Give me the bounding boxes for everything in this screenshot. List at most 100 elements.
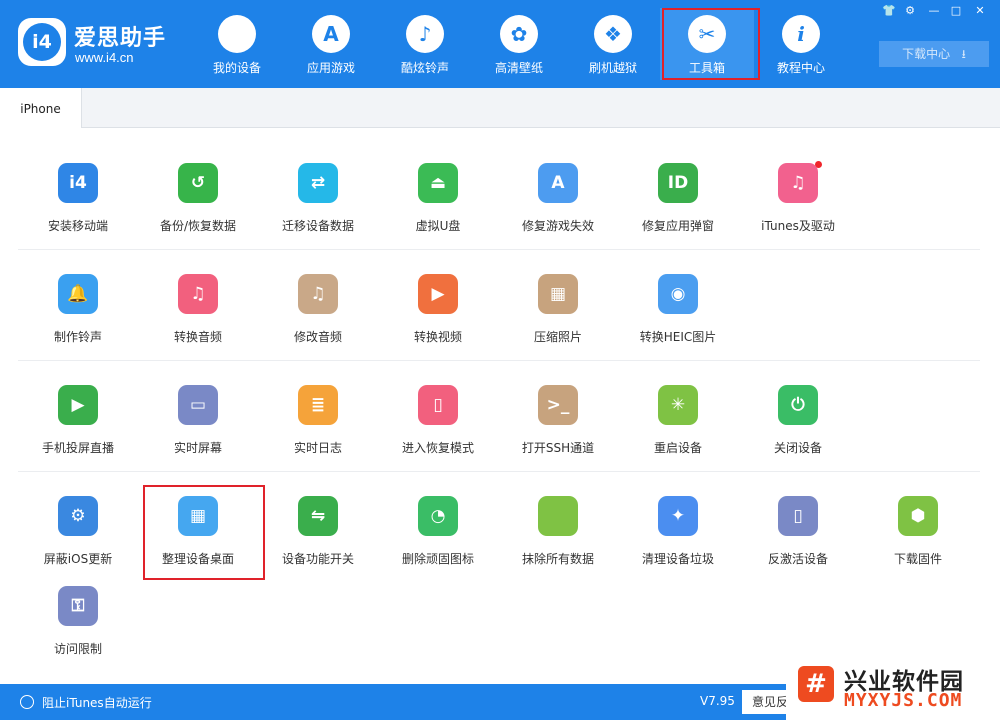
watermark: # 兴业软件园 MYXYJS.COM xyxy=(786,658,1000,720)
tool-label: 转换音频 xyxy=(173,330,222,344)
firmware-cube-icon: ⬢ xyxy=(898,496,938,536)
tool-label: 手机投屏直播 xyxy=(41,441,114,455)
watermark-logo-icon: # xyxy=(798,666,834,702)
nav-item-5[interactable]: ✂ 工具箱 xyxy=(660,8,754,80)
clean-junk-icon: ✦ xyxy=(658,496,698,536)
tool-item[interactable]: ▯ 反激活设备 xyxy=(738,496,858,590)
download-center-label: 下载中心 xyxy=(902,47,951,61)
power-icon: ⏻ xyxy=(778,385,818,425)
skin-icon[interactable]: 👕 xyxy=(879,3,899,19)
heic-convert-icon: ◉ xyxy=(658,274,698,314)
tool-label: 迁移设备数据 xyxy=(281,219,354,233)
nav-item-4[interactable]: ❖ 刷机越狱 xyxy=(566,8,660,80)
tool-item[interactable]: ♫ iTunes及驱动 xyxy=(738,160,858,257)
app-logo: i4 xyxy=(18,18,66,66)
minimize-button[interactable]: — xyxy=(924,3,944,19)
nav-item-0[interactable]: 我的设备 xyxy=(190,8,284,80)
tab-iphone[interactable]: iPhone xyxy=(0,88,82,128)
tool-item[interactable]: ▶ 手机投屏直播 xyxy=(18,385,138,479)
itunes-block-label[interactable]: 阻止iTunes自动运行 xyxy=(42,694,152,711)
tool-item[interactable]: ◉ 转换HEIC图片 xyxy=(618,274,738,368)
tool-item[interactable]: ♫ 转换音频 xyxy=(138,274,258,368)
i4-install-icon: i4 xyxy=(58,163,98,203)
tool-item[interactable]: ⬢ 下载固件 xyxy=(858,496,978,590)
tool-label: 制作铃声 xyxy=(53,330,102,344)
tool-item[interactable]: ▦ 压缩照片 xyxy=(498,274,618,368)
itunes-icon: ♫ xyxy=(778,163,818,203)
flower-icon: ✿ xyxy=(500,15,538,53)
apple-icon xyxy=(218,15,256,53)
screen-cast-icon: ▶ xyxy=(58,385,98,425)
tool-item[interactable]: ▦ 整理设备桌面 xyxy=(138,496,258,590)
bell-icon: ♪ xyxy=(406,15,444,53)
download-center-button[interactable]: 下载中心 ⭳ xyxy=(879,41,989,67)
tool-label: 转换HEIC图片 xyxy=(639,330,717,344)
settings-icon[interactable]: ⚙ xyxy=(900,3,920,19)
tool-item[interactable]: ⇋ 设备功能开关 xyxy=(258,496,378,590)
deactivate-icon: ▯ xyxy=(778,496,818,536)
tool-label: 实时屏幕 xyxy=(173,441,222,455)
ssh-terminal-icon: >_ xyxy=(538,385,578,425)
tool-label: 转换视频 xyxy=(413,330,462,344)
delete-icon-icon: ◔ xyxy=(418,496,458,536)
tool-item[interactable]: ▶ 转换视频 xyxy=(378,274,498,368)
app-store-icon: A xyxy=(312,15,350,53)
tool-label: 进入恢复模式 xyxy=(401,441,474,455)
usb-drive-icon: ⏏ xyxy=(418,163,458,203)
tool-label: 整理设备桌面 xyxy=(161,552,234,566)
tool-label: 虚拟U盘 xyxy=(415,219,461,233)
tool-item[interactable]: >_ 打开SSH通道 xyxy=(498,385,618,479)
tool-item[interactable]: ♫ 修改音频 xyxy=(258,274,378,368)
tool-item[interactable]: ▯ 进入恢复模式 xyxy=(378,385,498,479)
tool-item[interactable]: ≣ 实时日志 xyxy=(258,385,378,479)
maximize-button[interactable]: □ xyxy=(946,3,966,19)
download-arrow-icon: ⭳ xyxy=(954,47,966,61)
tool-label: iTunes及驱动 xyxy=(761,219,835,233)
nav-item-2[interactable]: ♪ 酷炫铃声 xyxy=(378,8,472,80)
nav-label: 刷机越狱 xyxy=(588,61,637,75)
tool-label: 下载固件 xyxy=(893,552,942,566)
version-label: V7.95 xyxy=(700,694,735,708)
nav-label: 高清壁纸 xyxy=(494,61,543,75)
tool-item[interactable]: ↺ 备份/恢复数据 xyxy=(138,163,258,257)
tool-item[interactable]: ▭ 实时屏幕 xyxy=(138,385,258,479)
nav-item-1[interactable]: A 应用游戏 xyxy=(284,8,378,80)
tool-item[interactable]: ⇄ 迁移设备数据 xyxy=(258,163,378,257)
nav-item-6[interactable]: i 教程中心 xyxy=(754,8,848,80)
tool-item[interactable]: ID 修复应用弹窗 xyxy=(618,163,738,257)
tool-item[interactable]: ⏻ 关闭设备 xyxy=(738,385,858,479)
tool-label: 设备功能开关 xyxy=(281,552,354,566)
tool-item[interactable]: ✳ 重启设备 xyxy=(618,385,738,479)
tool-item[interactable]: 🔔 制作铃声 xyxy=(18,274,138,368)
convert-video-icon: ▶ xyxy=(418,274,458,314)
tool-label: 实时日志 xyxy=(293,441,342,455)
dropbox-icon: ❖ xyxy=(594,15,632,53)
tool-label: 清理设备垃圾 xyxy=(641,552,714,566)
tool-label: 删除顽固图标 xyxy=(401,552,474,566)
nav-item-3[interactable]: ✿ 高清壁纸 xyxy=(472,8,566,80)
tool-item[interactable]: ⏏ 虚拟U盘 xyxy=(378,163,498,257)
tool-item[interactable]: ⚿ 访问限制 xyxy=(18,586,138,680)
tool-label: 关闭设备 xyxy=(773,441,822,455)
tool-label: 备份/恢复数据 xyxy=(159,219,237,233)
nav-label: 我的设备 xyxy=(212,61,261,75)
tool-item[interactable]: ⚙ 屏蔽iOS更新 xyxy=(18,496,138,590)
block-update-icon: ⚙ xyxy=(58,496,98,536)
tool-label: 抹除所有数据 xyxy=(521,552,594,566)
compress-photo-icon: ▦ xyxy=(538,274,578,314)
app-store-repair-icon: A xyxy=(538,163,578,203)
restart-icon: ✳ xyxy=(658,385,698,425)
realtime-log-icon: ≣ xyxy=(298,385,338,425)
tools-icon: ✂ xyxy=(688,15,726,53)
itunes-block-radio[interactable] xyxy=(20,695,34,709)
tool-item[interactable]: i4 安装移动端 xyxy=(18,163,138,257)
device-tab-bar: iPhone xyxy=(0,88,1000,128)
apple-id-icon: ID xyxy=(658,163,698,203)
tool-item[interactable]: A 修复游戏失效 xyxy=(498,163,618,257)
tool-item[interactable]: ◔ 删除顽固图标 xyxy=(378,496,498,590)
tool-item[interactable]: 抹除所有数据 xyxy=(498,496,618,590)
close-button[interactable]: ✕ xyxy=(970,3,990,19)
info-icon: i xyxy=(782,15,820,53)
tool-item[interactable]: ✦ 清理设备垃圾 xyxy=(618,496,738,590)
tool-label: 修改音频 xyxy=(293,330,342,344)
